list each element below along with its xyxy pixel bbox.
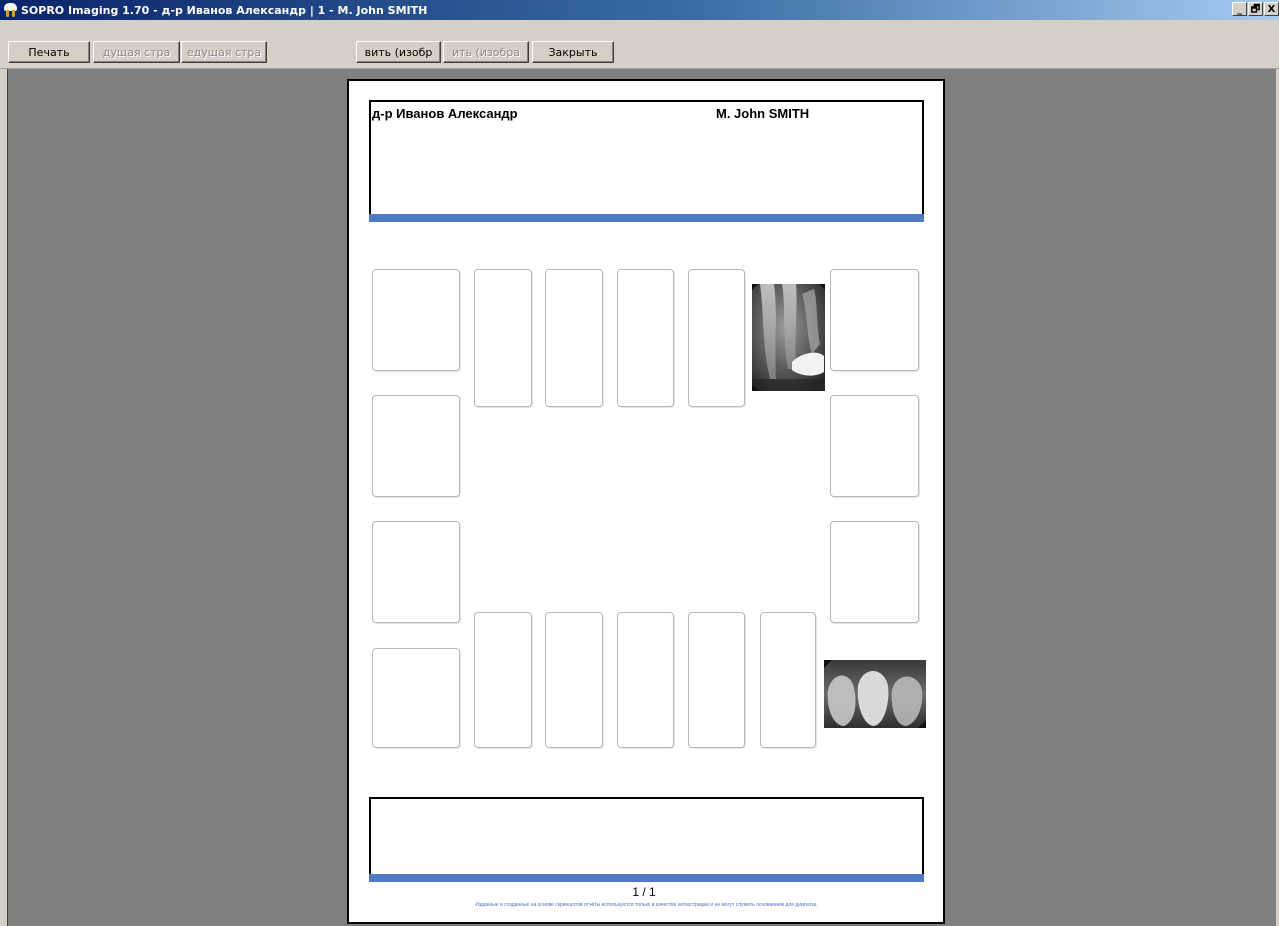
- window-title: SOPRO Imaging 1.70 - д-р Иванов Александ…: [21, 3, 428, 17]
- xray-image-periapical[interactable]: [752, 284, 825, 391]
- image-slot[interactable]: [372, 269, 460, 371]
- page-number: 1 / 1: [632, 885, 656, 899]
- restore-button[interactable]: 🗗: [1248, 2, 1263, 16]
- minimize-button[interactable]: _: [1232, 2, 1247, 16]
- image-slot[interactable]: [760, 612, 816, 748]
- header-accent-bar: [369, 214, 924, 222]
- close-button[interactable]: Закрыть: [532, 41, 614, 63]
- image-slot[interactable]: [830, 395, 919, 497]
- close-window-button[interactable]: X: [1264, 2, 1279, 16]
- image-slot[interactable]: [688, 269, 745, 407]
- print-button[interactable]: Печать: [8, 41, 90, 63]
- remove-image-button[interactable]: ить (изобра: [443, 41, 529, 63]
- patient-name: M. John SMITH: [716, 106, 810, 121]
- toolbar: Печать дущая стра едущая стра вить (изоб…: [0, 20, 1279, 69]
- title-bar: SOPRO Imaging 1.70 - д-р Иванов Александ…: [0, 0, 1279, 20]
- image-slot[interactable]: [545, 269, 603, 407]
- report-footer: [369, 797, 924, 882]
- image-slot[interactable]: [617, 612, 674, 748]
- image-slot[interactable]: [474, 269, 532, 407]
- image-slot[interactable]: [545, 612, 603, 748]
- disclaimer-text: Изданные и созданные на основе скриншото…: [475, 902, 818, 908]
- doctor-name: д-р Иванов Александр: [372, 106, 518, 121]
- image-slot[interactable]: [372, 395, 460, 497]
- xray-image-bitewing[interactable]: [824, 660, 926, 728]
- footer-accent-bar: [369, 874, 924, 882]
- image-slot[interactable]: [688, 612, 745, 748]
- workspace-frame-left: [0, 69, 8, 926]
- window-controls: _ 🗗 X: [1231, 2, 1279, 16]
- image-slot[interactable]: [372, 648, 460, 748]
- image-slot[interactable]: [830, 269, 919, 371]
- image-slot[interactable]: [372, 521, 460, 623]
- image-slot[interactable]: [617, 269, 674, 407]
- image-slot[interactable]: [830, 521, 919, 623]
- add-image-button[interactable]: вить (изобр: [356, 41, 441, 63]
- tooth-icon: [4, 3, 17, 17]
- image-slot[interactable]: [474, 612, 532, 748]
- next-page-button[interactable]: едущая стра: [181, 41, 267, 63]
- previous-page-button[interactable]: дущая стра: [93, 41, 180, 63]
